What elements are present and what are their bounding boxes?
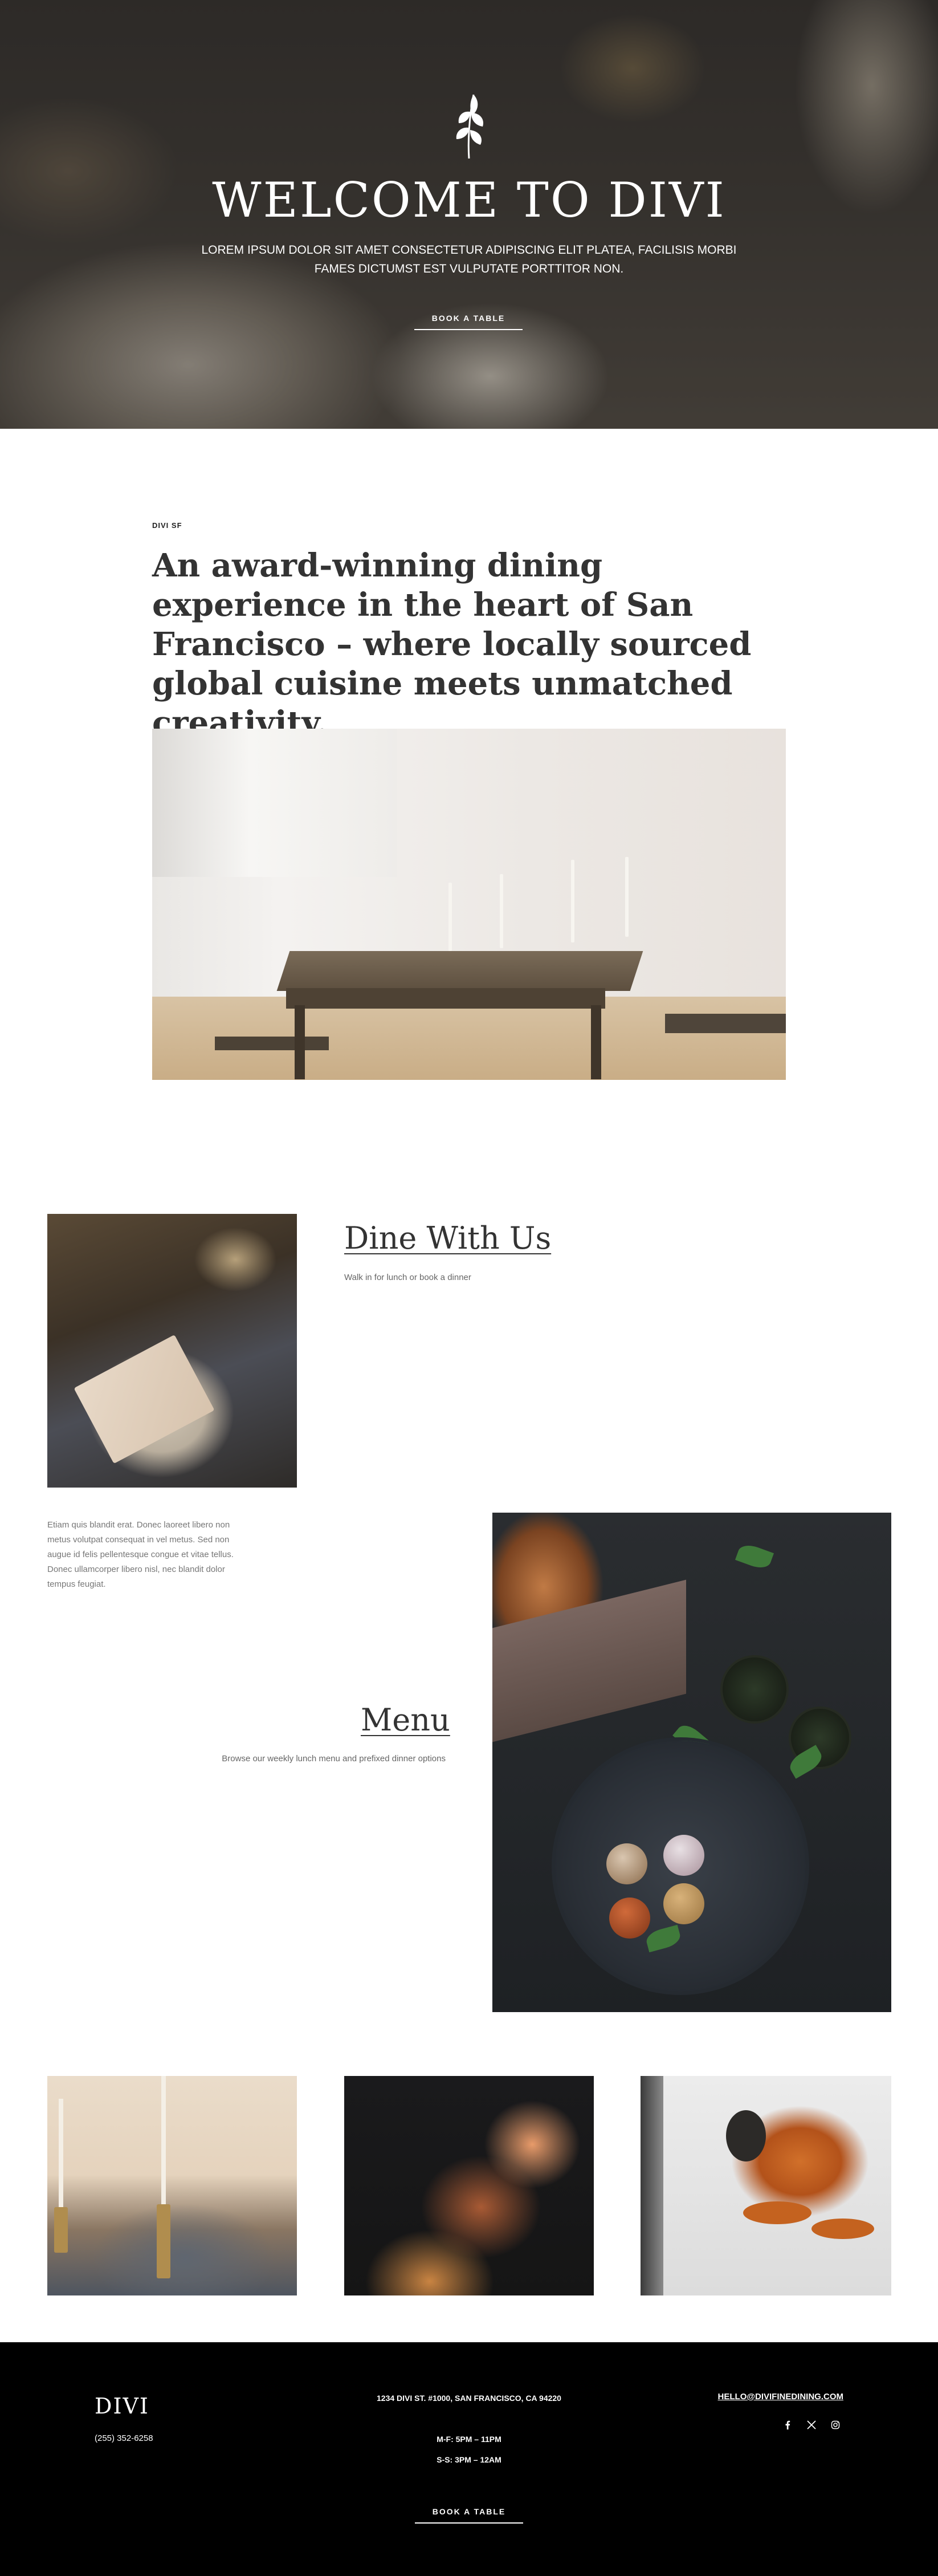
footer-email-link[interactable]: HELLO@DIVIFINEDINING.COM bbox=[718, 2392, 843, 2402]
x-icon[interactable] bbox=[805, 2418, 818, 2432]
dessert-photo bbox=[492, 1513, 891, 2012]
candles-photo bbox=[47, 2076, 297, 2295]
table-setting-photo bbox=[47, 1214, 297, 1488]
footer-hours-weekday: M-F: 5PM – 11PM bbox=[437, 2435, 501, 2444]
dine-body-text: Etiam quis blandit erat. Donec laoreet l… bbox=[47, 1520, 234, 1589]
dine-with-us-link[interactable]: Dine With Us bbox=[344, 1220, 551, 1256]
hero-title: WELCOME TO DIVI bbox=[212, 172, 726, 228]
dining-room-photo bbox=[152, 729, 786, 1080]
facebook-icon[interactable] bbox=[781, 2418, 794, 2432]
leaf-sprig-icon bbox=[456, 94, 484, 159]
hero-subtitle: LOREM IPSUM DOLOR SIT AMET CONSECTETUR A… bbox=[201, 243, 737, 275]
menu-link[interactable]: Menu bbox=[361, 1702, 450, 1738]
dine-subtitle: Walk in for lunch or book a dinner bbox=[344, 1273, 471, 1282]
intro-eyebrow: DIVI SF bbox=[152, 521, 182, 530]
cocktail-photo bbox=[344, 2076, 594, 2295]
hero-section: WELCOME TO DIVI LOREM IPSUM DOLOR SIT AM… bbox=[0, 0, 938, 429]
crab-photo bbox=[641, 2076, 891, 2295]
footer: DIVI (255) 352-6258 1234 DIVI ST. #1000,… bbox=[0, 2342, 938, 2576]
footer-book-table-button[interactable]: BOOK A TABLE bbox=[415, 2501, 523, 2524]
menu-subtitle: Browse our weekly lunch menu and prefixe… bbox=[222, 1754, 446, 1764]
footer-hours-weekend: S-S: 3PM – 12AM bbox=[437, 2455, 501, 2464]
intro-heading: An award-winning dining experience in th… bbox=[152, 547, 752, 742]
instagram-icon[interactable] bbox=[829, 2418, 842, 2432]
book-table-button[interactable]: BOOK A TABLE bbox=[414, 307, 523, 330]
